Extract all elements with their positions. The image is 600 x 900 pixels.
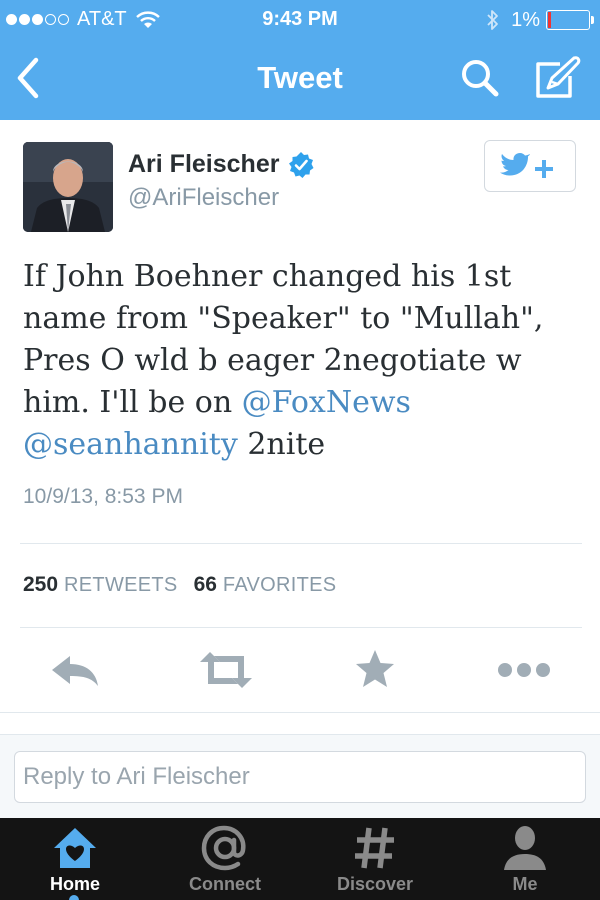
top-bar: AT&T 9:43 PM 1% Tweet <box>0 0 600 120</box>
mention-foxnews[interactable]: @FoxNews <box>242 385 411 420</box>
reply-icon[interactable] <box>46 648 106 692</box>
connect-icon <box>201 825 246 871</box>
battery-icon <box>546 10 594 30</box>
tab-home-label: Home <box>49 874 100 894</box>
divider <box>20 627 582 628</box>
retweet-icon[interactable] <box>196 648 256 692</box>
tweet-text: If John Boehner changed his 1st name fro… <box>23 256 583 466</box>
divider <box>0 712 600 713</box>
divider <box>20 543 582 544</box>
status-bar: AT&T 9:43 PM 1% <box>0 0 600 40</box>
compose-icon[interactable] <box>530 54 582 102</box>
tab-bar: Home Connect Discover Me <box>0 818 600 900</box>
author-handle[interactable]: @AriFleischer <box>128 184 279 212</box>
reply-bar <box>0 734 600 818</box>
favorite-label[interactable]: FAVORITES <box>223 574 336 597</box>
reply-input[interactable] <box>14 751 586 803</box>
discover-icon <box>355 827 394 869</box>
follow-button[interactable] <box>484 140 576 192</box>
status-right: 1% <box>485 8 594 32</box>
bluetooth-icon <box>487 10 498 30</box>
mention-seanhannity[interactable]: @seanhannity <box>23 427 238 462</box>
tab-home[interactable]: Home <box>0 818 150 900</box>
tweet-timestamp: 10/9/13, 8:53 PM <box>23 485 183 508</box>
engagement-counts: 250 RETWEETS 66 FAVORITES <box>23 573 352 597</box>
tab-connect[interactable]: Connect <box>150 818 300 900</box>
author-name[interactable]: Ari Fleischer <box>128 150 315 179</box>
nav-bar: Tweet <box>0 40 600 120</box>
home-icon <box>54 828 96 868</box>
tab-me-label: Me <box>512 874 538 894</box>
author-name-label: Ari Fleischer <box>128 150 280 178</box>
favorite-count[interactable]: 66 <box>194 573 217 597</box>
tab-me[interactable]: Me <box>450 818 600 900</box>
tab-discover-label: Discover <box>336 874 414 894</box>
verified-icon <box>289 151 314 178</box>
me-icon <box>504 826 546 870</box>
follow-icon <box>500 153 553 178</box>
page-title: Tweet <box>257 60 343 95</box>
search-icon[interactable] <box>458 56 502 100</box>
retweet-count[interactable]: 250 <box>23 573 58 597</box>
retweet-label[interactable]: RETWEETS <box>64 574 178 597</box>
tab-discover[interactable]: Discover <box>300 818 450 900</box>
favorite-icon[interactable] <box>345 648 405 692</box>
avatar[interactable] <box>23 142 113 232</box>
tweet-text-part: 2nite <box>237 427 326 462</box>
more-icon[interactable] <box>494 648 554 692</box>
battery-percent: 1% <box>511 8 540 31</box>
tab-connect-label: Connect <box>189 874 261 894</box>
active-indicator <box>69 895 79 900</box>
